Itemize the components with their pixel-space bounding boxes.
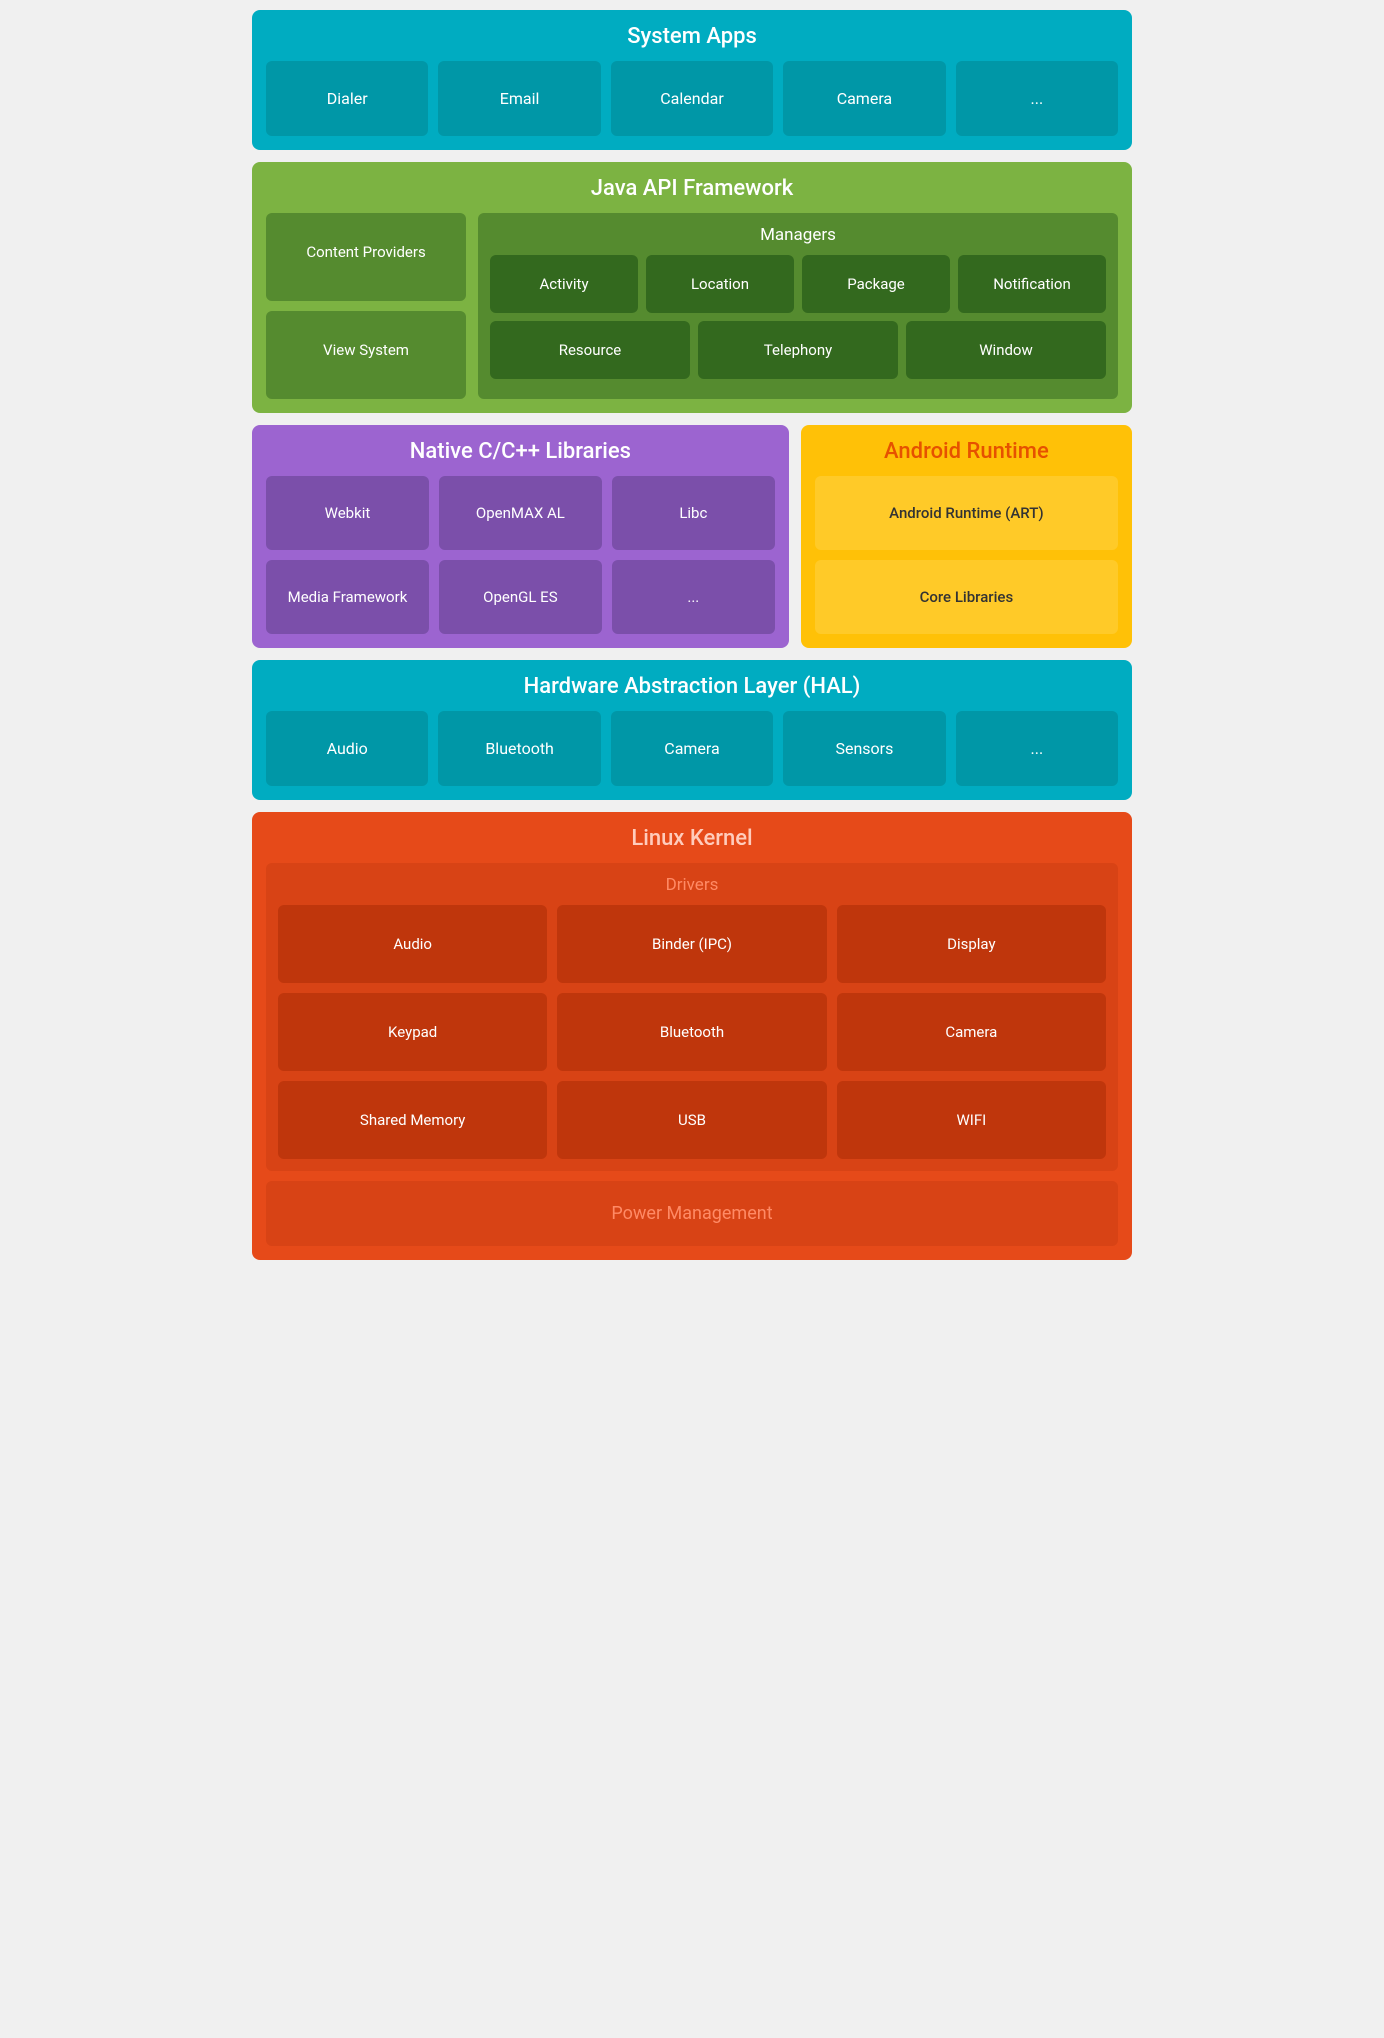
native-lib-webkit: Webkit [266,476,429,550]
manager-resource: Resource [490,321,690,379]
java-api-layer: Java API Framework Content Providers Vie… [252,162,1132,413]
managers-row-2: Resource Telephony Window [490,321,1106,379]
java-api-title: Java API Framework [266,176,1118,201]
native-libs-grid: Webkit OpenMAX AL Libc Media Framework O… [266,476,775,634]
driver-binder: Binder (IPC) [557,905,826,983]
drivers-grid: Audio Binder (IPC) Display Keypad Blueto… [278,905,1106,1159]
hal-title: Hardware Abstraction Layer (HAL) [266,674,1118,699]
art-item: Android Runtime (ART) [815,476,1118,550]
java-api-left: Content Providers View System [266,213,466,399]
drivers-section: Drivers Audio Binder (IPC) Display Keypa… [266,863,1118,1171]
system-app-camera: Camera [783,61,945,136]
manager-notification: Notification [958,255,1106,313]
driver-shared-memory: Shared Memory [278,1081,547,1159]
system-apps-layer: System Apps Dialer Email Calendar Camera… [252,10,1132,150]
system-app-dialer: Dialer [266,61,428,136]
linux-kernel-layer: Linux Kernel Drivers Audio Binder (IPC) … [252,812,1132,1260]
manager-window: Window [906,321,1106,379]
native-lib-libc: Libc [612,476,775,550]
native-lib-openmax: OpenMAX AL [439,476,602,550]
manager-package: Package [802,255,950,313]
system-apps-title: System Apps [266,24,1118,49]
hal-items: Audio Bluetooth Camera Sensors ... [266,711,1118,786]
hal-more: ... [956,711,1118,786]
managers-row-1: Activity Location Package Notification [490,255,1106,313]
linux-kernel-title: Linux Kernel [266,826,1118,851]
hal-bluetooth: Bluetooth [438,711,600,786]
native-lib-opengl: OpenGL ES [439,560,602,634]
manager-telephony: Telephony [698,321,898,379]
system-app-more: ... [956,61,1118,136]
driver-camera: Camera [837,993,1106,1071]
drivers-title: Drivers [278,875,1106,895]
middle-section: Native C/C++ Libraries Webkit OpenMAX AL… [252,425,1132,648]
driver-wifi: WIFI [837,1081,1106,1159]
android-runtime-layer: Android Runtime Android Runtime (ART) Co… [801,425,1132,648]
native-lib-media: Media Framework [266,560,429,634]
driver-display: Display [837,905,1106,983]
driver-bluetooth: Bluetooth [557,993,826,1071]
driver-usb: USB [557,1081,826,1159]
view-system-box: View System [266,311,466,399]
system-app-calendar: Calendar [611,61,773,136]
driver-audio: Audio [278,905,547,983]
hal-audio: Audio [266,711,428,786]
manager-location: Location [646,255,794,313]
hal-sensors: Sensors [783,711,945,786]
managers-title: Managers [490,225,1106,245]
native-lib-more: ... [612,560,775,634]
android-runtime-title: Android Runtime [815,439,1118,464]
android-runtime-items: Android Runtime (ART) Core Libraries [815,476,1118,634]
java-api-content: Content Providers View System Managers A… [266,213,1118,399]
native-libs-title: Native C/C++ Libraries [266,439,775,464]
system-apps-items: Dialer Email Calendar Camera ... [266,61,1118,136]
core-libraries-item: Core Libraries [815,560,1118,634]
power-management: Power Management [266,1181,1118,1246]
native-libs-layer: Native C/C++ Libraries Webkit OpenMAX AL… [252,425,789,648]
driver-keypad: Keypad [278,993,547,1071]
content-providers-box: Content Providers [266,213,466,301]
system-app-email: Email [438,61,600,136]
managers-section: Managers Activity Location Package Notif… [478,213,1118,399]
hal-layer: Hardware Abstraction Layer (HAL) Audio B… [252,660,1132,800]
manager-activity: Activity [490,255,638,313]
hal-camera: Camera [611,711,773,786]
